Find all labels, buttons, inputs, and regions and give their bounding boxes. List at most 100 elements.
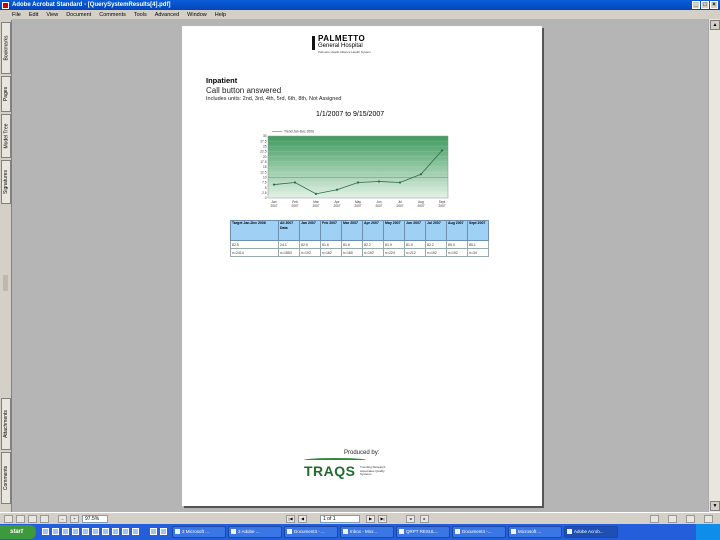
traqs-wordmark: TRAQS [304,463,356,479]
table-cell: n=180 [341,248,363,257]
task-icon [343,529,348,534]
table-cell: n=192 [425,248,447,257]
window-title: Adobe Acrobat Standard - [QuerySystemRes… [12,2,171,8]
quick-launch-icon[interactable] [82,528,89,535]
quick-launch-icon[interactable] [42,528,49,535]
taskbar-button[interactable]: Microsoft ... [508,526,562,538]
close-button[interactable]: × [710,1,718,9]
table-cell: 82.2 [362,240,384,249]
menu-help[interactable]: Help [215,12,226,18]
quick-launch-icon[interactable] [62,528,69,535]
data-point [377,180,381,183]
tab-signatures[interactable]: Signatures [1,160,11,204]
zoom-level-field[interactable]: 97.5% [82,515,108,523]
task-icon [567,529,572,534]
y-tick-label: 0 [265,196,267,200]
taskbar-button[interactable]: Document4 -... [452,526,506,538]
table-cell: n=212 [404,248,426,257]
previous-page-button[interactable]: ◀ [298,515,307,523]
tab-model-tree[interactable]: Model Tree [1,114,11,158]
quick-launch-icon[interactable] [72,528,79,535]
next-view-button[interactable]: ▸ [420,515,429,523]
taskbar-button[interactable]: 2 Microsoft ... [172,526,226,538]
data-point [335,188,339,191]
menu-advanced[interactable]: Advanced [155,12,179,18]
taskbar-button[interactable]: 2 Adobe ... [228,526,282,538]
table-cell: n=224 [383,248,405,257]
panel-resize-handle[interactable] [3,275,8,291]
task-icon [175,529,180,534]
table-cell: n=192 [362,248,384,257]
first-page-button[interactable]: |◀ [286,515,295,523]
legend-label: Trend Jan-Dec 2006 [284,130,314,134]
logo-bar-mark [312,36,315,50]
page-number-field[interactable]: 1 of 1 [320,515,360,523]
minimize-button[interactable]: _ [692,1,700,9]
table-header: Mar 2007 [341,220,363,241]
menu-window[interactable]: Window [187,12,207,18]
taskbar-button[interactable]: Document3 - ... [284,526,338,538]
task-icon [511,529,516,534]
quick-launch-icon[interactable] [52,528,59,535]
y-tick-label: 22.5 [260,150,266,154]
last-page-button[interactable]: ▶| [378,515,387,523]
traqs-swoosh [304,458,366,462]
table-header-row: Target Jan-Dec 2006 All 2007 Data Jan 20… [230,220,489,241]
fit-page-button[interactable] [16,515,25,523]
y-tick-label: 7.5 [262,181,267,185]
table-cell: 85.1 [467,240,489,249]
table-header: Feb 2007 [320,220,342,241]
quick-launch-icon[interactable] [132,528,139,535]
facing-button[interactable] [686,515,695,523]
tab-attachments[interactable]: Attachments [1,398,11,450]
fit-width-button[interactable] [28,515,37,523]
x-tick-label: Jun 2007 [375,200,382,208]
menu-document[interactable]: Document [66,12,91,18]
table-cell: 81.9 [383,240,405,249]
maximize-button[interactable]: □ [701,1,709,9]
x-tick-label: Jan 2007 [270,200,277,208]
menu-file[interactable]: File [12,12,21,18]
scroll-down-button[interactable]: ▼ [710,501,720,511]
table-header: Apr 2007 [362,220,384,241]
quick-launch-icon[interactable] [150,528,157,535]
system-tray[interactable] [696,524,720,540]
fit-visible-button[interactable] [40,515,49,523]
y-tick-label: 30 [263,134,267,138]
previous-view-button[interactable]: ◂ [406,515,415,523]
table-header: May 2007 [383,220,405,241]
menu-comments[interactable]: Comments [99,12,126,18]
vertical-scrollbar[interactable]: ▲ ▼ [708,19,720,512]
table-header: All 2007 Data [278,220,300,241]
continuous-button[interactable] [668,515,677,523]
taskbar-button[interactable]: QRPT RESUL... [396,526,450,538]
tab-pages[interactable]: Pages [1,76,11,112]
scroll-up-button[interactable]: ▲ [710,20,720,30]
data-point [356,181,360,184]
y-tick-label: 12.5 [260,170,266,174]
menu-edit[interactable]: Edit [29,12,38,18]
zoom-in-button[interactable]: + [70,515,79,523]
actual-size-button[interactable] [4,515,13,523]
next-page-button[interactable]: ▶ [366,515,375,523]
menu-view[interactable]: View [46,12,58,18]
start-button[interactable]: start [0,525,36,539]
continuous-facing-button[interactable] [704,515,713,523]
quick-launch-icon[interactable] [92,528,99,535]
menu-tools[interactable]: Tools [134,12,147,18]
task-icon [231,529,236,534]
tab-comments[interactable]: Comments [1,452,11,504]
taskbar-button[interactable]: Inbox - Micr... [340,526,394,538]
logo-tagline: Palmetto Health Alliance Health System [318,50,371,54]
zoom-out-button[interactable]: – [58,515,67,523]
window-titlebar: Adobe Acrobat Standard - [QuerySystemRes… [0,0,720,10]
quick-launch-icon[interactable] [102,528,109,535]
taskbar-button-active[interactable]: Adobe Acrob... [564,526,618,538]
table-header: Jan 2007 [299,220,321,241]
tab-bookmarks[interactable]: Bookmarks [1,22,11,74]
quick-launch-icon[interactable] [112,528,119,535]
quick-launch-icon[interactable] [122,528,129,535]
single-page-button[interactable] [650,515,659,523]
quick-launch-icon[interactable] [160,528,167,535]
x-tick-label: Jul 2007 [396,200,403,208]
